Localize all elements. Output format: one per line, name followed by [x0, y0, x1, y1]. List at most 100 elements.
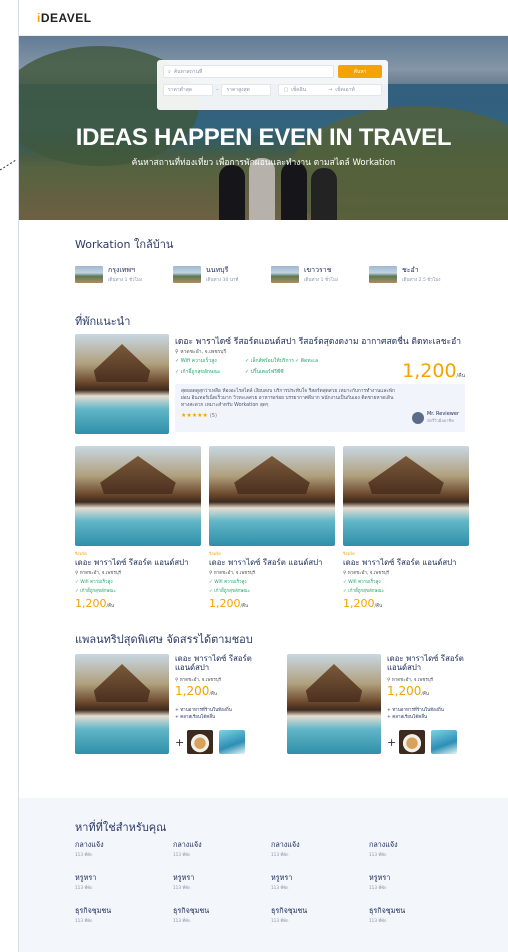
- search-input[interactable]: ⌕ ค้นหาสถานที่: [163, 65, 334, 78]
- plan-card[interactable]: เดอะ พาราไดซ์ รีสอร์ต แอนด์สปา ⚲ หาดชะอำ,…: [287, 654, 483, 754]
- logo[interactable]: iDEAVEL: [37, 11, 92, 25]
- listing-image[interactable]: [343, 446, 469, 546]
- nearby-name: นนทบุรี: [206, 266, 229, 274]
- tag: ✓ เล็กส์พร้อมให้บริการ: [245, 358, 295, 364]
- place-category[interactable]: กลางแจ้ง 113 ที่พัก: [173, 840, 271, 858]
- tag-text: Wifi ความเร็วสูง: [214, 580, 247, 585]
- listing-card[interactable]: รีสอร์ต เดอะ พาราไดซ์ รีสอร์ต แอนด์สปา ⚲ ห…: [343, 446, 469, 610]
- listing-location: ⚲ หาดชะอำ, จ.เพชรบุรี: [209, 569, 335, 576]
- listing-card[interactable]: รีสอร์ต เดอะ พาราไดซ์ รีสอร์ต แอนด์สปา ⚲ ห…: [75, 446, 201, 610]
- nearby-thumbnail[interactable]: [271, 265, 299, 283]
- listing-category: รีสอร์ต: [209, 551, 221, 556]
- recommended-title: ที่พักแนะนำ: [75, 315, 131, 328]
- tag: ✓ Wifi ความเร็วสูง: [75, 580, 113, 585]
- nearby-travel-time: เดินทาง 30 นาที: [206, 278, 239, 283]
- date-range-field[interactable]: ▢ เช็คอิน → เช็คเอาท์: [278, 84, 382, 96]
- location-text: หาดชะอำ, จ.เพชรบุรี: [79, 571, 122, 576]
- price-unit: /คืน: [374, 604, 383, 609]
- place-count: 113 ที่พัก: [75, 918, 93, 923]
- listing-title[interactable]: เดอะ พาราไดซ์ รีสอร์ต แอนด์สปา: [343, 558, 469, 567]
- place-count: 113 ที่พัก: [271, 918, 289, 923]
- plan-location: ⚲ หาดชะอำ, จ.เพชรบุรี: [175, 676, 221, 683]
- plan-title[interactable]: เดอะ พาราไดซ์ รีสอร์ต แอนด์สปา: [175, 654, 271, 672]
- featured-image[interactable]: [75, 334, 169, 434]
- place-category[interactable]: หรูหรา 113 ที่พัก: [271, 873, 369, 891]
- place-name: ธุรกิจชุมชน: [271, 906, 308, 915]
- nearby-item[interactable]: เขาวราช เดินทาง 1 ชั่วโมง: [271, 265, 369, 283]
- nearby-section: Workation ใกล้บ้าน กรุงเทพฯ เดินทาง 1 ชั่…: [19, 235, 508, 283]
- listing-location: ⚲ หาดชะอำ, จ.เพชรบุรี: [75, 569, 201, 576]
- nearby-thumbnail[interactable]: [369, 265, 397, 283]
- search-button[interactable]: ค้นหา: [338, 65, 382, 78]
- tag: ✓ เก้าอี้ถูกสุขลักษณะ: [75, 589, 117, 594]
- nearby-thumbnail[interactable]: [75, 265, 103, 283]
- plan-addon: + คลาสเรียนโต้คลื่น: [387, 715, 428, 720]
- listing-title[interactable]: เดอะ พาราไดซ์ รีสอร์ต แอนด์สปา: [75, 558, 201, 567]
- nearby-item[interactable]: กรุงเทพฯ เดินทาง 1 ชั่วโมง: [75, 265, 173, 283]
- place-category[interactable]: หรูหรา 113 ที่พัก: [75, 873, 173, 891]
- place-count: 113 ที่พัก: [75, 885, 93, 890]
- listing-image[interactable]: [75, 446, 201, 546]
- location-text: หาดชะอำ, จ.เพชรบุรี: [391, 678, 434, 683]
- nearby-item[interactable]: นนทบุรีเดินทาง 30 นาที: [173, 265, 271, 283]
- tag: ✓ ติดทะเล: [295, 358, 319, 364]
- featured-listing[interactable]: เดอะ พาราไดซ์ รีสอร์ตแอนด์สปา รีสอร์ตสุด…: [75, 334, 465, 434]
- listing-category: รีสอร์ต: [343, 551, 355, 556]
- place-category[interactable]: กลางแจ้ง 113 ที่พัก: [75, 840, 173, 858]
- listing-card[interactable]: รีสอร์ตเดอะ พาราไดซ์ รีสอร์ต แอนด์สปา ⚲ ห…: [209, 446, 335, 610]
- plan-image[interactable]: [287, 654, 381, 754]
- top-bar: iDEAVEL: [19, 0, 508, 36]
- place-category[interactable]: กลางแจ้ง 113 ที่พัก: [369, 840, 467, 858]
- price-separator: –: [215, 87, 219, 93]
- plan-location: ⚲ หาดชะอำ, จ.เพชรบุรี: [387, 676, 433, 683]
- plan-image[interactable]: [75, 654, 169, 754]
- price-unit: /คืน: [421, 692, 429, 697]
- tag-text: เก้าอี้ถูกสุขลักษณะ: [80, 589, 117, 594]
- places-title: หาที่ที่ใช่สำหรับคุณ: [75, 821, 167, 834]
- price-value: 1,200: [343, 597, 375, 610]
- listing-price: 1,200/คืน: [209, 597, 335, 610]
- hero-banner: ⌕ ค้นหาสถานที่ ค้นหา ราคาต่ำสุด – ราคาสู…: [19, 36, 508, 220]
- place-category[interactable]: ธุรกิจชุมชน 113 ที่พัก: [271, 906, 369, 924]
- listing-title[interactable]: เดอะ พาราไดซ์ รีสอร์ต แอนด์สปา: [209, 558, 335, 567]
- review-text: สุดยอดดูสุกว่าเหลือ ห้องอะไรสไตล์ เงียบส…: [181, 389, 395, 408]
- price-min-field[interactable]: ราคาต่ำสุด: [163, 84, 213, 96]
- plan-list: เดอะ พาราไดซ์ รีสอร์ต แอนด์สปา ⚲ หาดชะอำ,…: [75, 654, 483, 754]
- place-category[interactable]: หรูหรา 113 ที่พัก: [369, 873, 467, 891]
- place-category[interactable]: ธุรกิจชุมชน 113 ที่พัก: [173, 906, 271, 924]
- price-unit: /คืน: [209, 692, 217, 697]
- food-thumbnail[interactable]: [399, 730, 425, 754]
- place-count: 113 ที่พัก: [271, 852, 289, 857]
- plans-section: แพลนทริปสุดพิเศษ จัดสรรได้ตามชอบ เดอะ พา…: [19, 630, 508, 754]
- nearby-travel-time: เดินทาง 2.5 ชั่วโมง: [402, 278, 441, 283]
- arrow-right-icon: →: [328, 87, 333, 93]
- place-name: กลางแจ้ง: [173, 840, 202, 849]
- place-category[interactable]: หรูหรา 113 ที่พัก: [173, 873, 271, 891]
- tag: ✓ เก้าอี้ถูกสุขลักษณะ: [343, 589, 385, 594]
- surf-thumbnail[interactable]: [219, 730, 245, 754]
- place-name: ธุรกิจชุมชน: [173, 906, 210, 915]
- price-max-field[interactable]: ราคาสูงสุด: [221, 84, 272, 96]
- featured-title[interactable]: เดอะ พาราไดซ์ รีสอร์ตแอนด์สปา รีสอร์ตสุด…: [175, 334, 461, 348]
- calendar-icon: ▢: [283, 87, 289, 93]
- place-count: 113 ที่พัก: [369, 852, 387, 857]
- nearby-thumbnail[interactable]: [173, 265, 201, 283]
- featured-location: ⚲ หาดชะอำ, จ.เพชรบุรี: [175, 349, 227, 355]
- place-category[interactable]: ธุรกิจชุมชน 113 ที่พัก: [369, 906, 467, 924]
- tag-text: Wifi ความเร็วสูง: [80, 580, 113, 585]
- tag: ✓ เก้าอี้ถูกสุขลักษณะ: [209, 589, 251, 594]
- place-category[interactable]: กลางแจ้ง 113 ที่พัก: [271, 840, 369, 858]
- food-thumbnail[interactable]: [187, 730, 213, 754]
- place-category[interactable]: ธุรกิจชุมชน 113 ที่พัก: [75, 906, 173, 924]
- place-name: ธุรกิจชุมชน: [75, 906, 112, 915]
- plan-title[interactable]: เดอะ พาราไดซ์ รีสอร์ต แอนด์สปา: [387, 654, 483, 672]
- place-name: กลางแจ้ง: [271, 840, 300, 849]
- tag: ✓ Wifi ความเร็วสูง: [343, 580, 381, 585]
- listing-image[interactable]: [209, 446, 335, 546]
- location-text: หาดชะอำ, จ.เพชรบุรี: [179, 678, 222, 683]
- place-count: 113 ที่พัก: [173, 852, 191, 857]
- tag-text: เก้าอี้ถูกสุขลักษณะ: [214, 589, 251, 594]
- surf-thumbnail[interactable]: [431, 730, 457, 754]
- nearby-item[interactable]: ชะอำ เดินทาง 2.5 ชั่วโมง: [369, 265, 467, 283]
- plan-card[interactable]: เดอะ พาราไดซ์ รีสอร์ต แอนด์สปา ⚲ หาดชะอำ,…: [75, 654, 271, 754]
